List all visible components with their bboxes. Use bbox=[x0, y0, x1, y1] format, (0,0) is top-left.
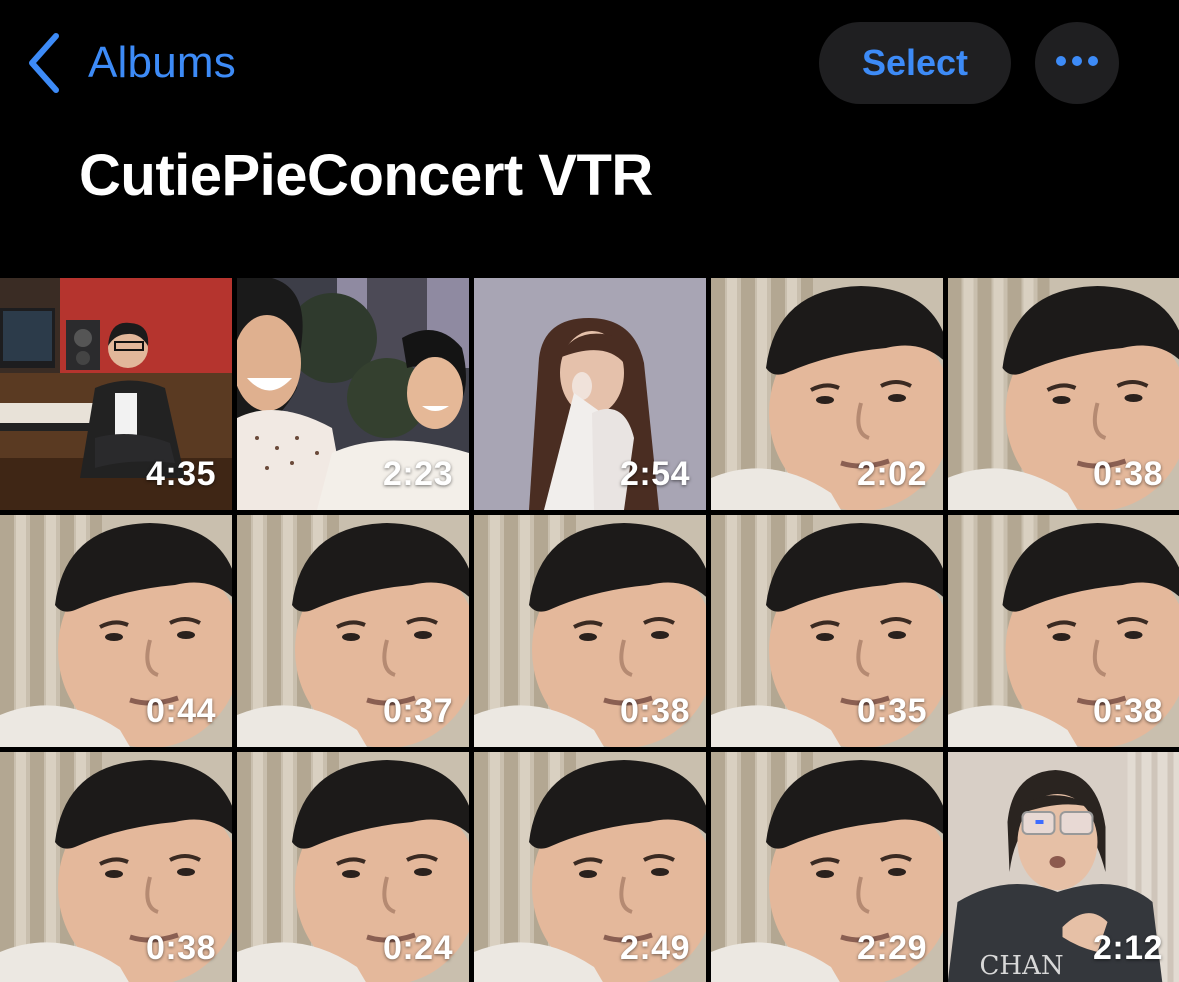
video-duration: 4:35 bbox=[145, 455, 216, 493]
more-options-button[interactable] bbox=[1035, 22, 1119, 104]
video-thumbnail[interactable]: 2:54 bbox=[474, 278, 706, 510]
video-thumbnail[interactable]: 4:35 bbox=[0, 278, 232, 510]
video-duration: 0:37 bbox=[382, 692, 453, 730]
video-thumbnail[interactable]: 0:38 bbox=[0, 752, 232, 982]
video-duration: 0:38 bbox=[1092, 692, 1163, 730]
video-duration: 2:49 bbox=[619, 929, 690, 967]
video-thumbnail[interactable]: 2:02 bbox=[711, 278, 943, 510]
video-thumbnail[interactable]: 2:23 bbox=[237, 278, 469, 510]
video-duration: 0:24 bbox=[382, 929, 453, 967]
video-duration: 2:54 bbox=[619, 455, 690, 493]
video-thumbnail[interactable]: CHAN 2:12 bbox=[948, 752, 1179, 982]
album-title: CutiePieConcert VTR bbox=[79, 143, 653, 208]
video-duration: 2:12 bbox=[1092, 929, 1163, 967]
video-grid: 4:35 2:23 2:54 2:02 0:38 0:44 0:37 0:38 … bbox=[0, 278, 1179, 982]
video-duration: 2:02 bbox=[856, 455, 927, 493]
video-duration: 0:38 bbox=[145, 929, 216, 967]
video-duration: 2:23 bbox=[382, 455, 453, 493]
chevron-left-icon bbox=[26, 32, 62, 94]
video-duration: 2:29 bbox=[856, 929, 927, 967]
ellipsis-icon bbox=[1055, 54, 1099, 72]
video-thumbnail[interactable]: 0:37 bbox=[237, 515, 469, 747]
photos-album-screen: Albums Select CutiePieConcert VTR 4:35 2… bbox=[0, 0, 1179, 982]
back-button-label: Albums bbox=[88, 38, 236, 87]
video-duration: 0:35 bbox=[856, 692, 927, 730]
svg-text:CHAN: CHAN bbox=[980, 951, 1064, 981]
video-thumbnail[interactable]: 0:44 bbox=[0, 515, 232, 747]
select-button[interactable]: Select bbox=[819, 22, 1011, 104]
video-thumbnail[interactable]: 0:24 bbox=[237, 752, 469, 982]
video-duration: 0:44 bbox=[145, 692, 216, 730]
video-duration: 0:38 bbox=[1092, 455, 1163, 493]
video-thumbnail[interactable]: 0:38 bbox=[948, 278, 1179, 510]
video-thumbnail[interactable]: 0:35 bbox=[711, 515, 943, 747]
video-thumbnail[interactable]: 2:29 bbox=[711, 752, 943, 982]
video-thumbnail[interactable]: 0:38 bbox=[948, 515, 1179, 747]
back-button[interactable]: Albums bbox=[26, 30, 236, 96]
video-thumbnail[interactable]: 2:49 bbox=[474, 752, 706, 982]
video-thumbnail[interactable]: 0:38 bbox=[474, 515, 706, 747]
video-duration: 0:38 bbox=[619, 692, 690, 730]
